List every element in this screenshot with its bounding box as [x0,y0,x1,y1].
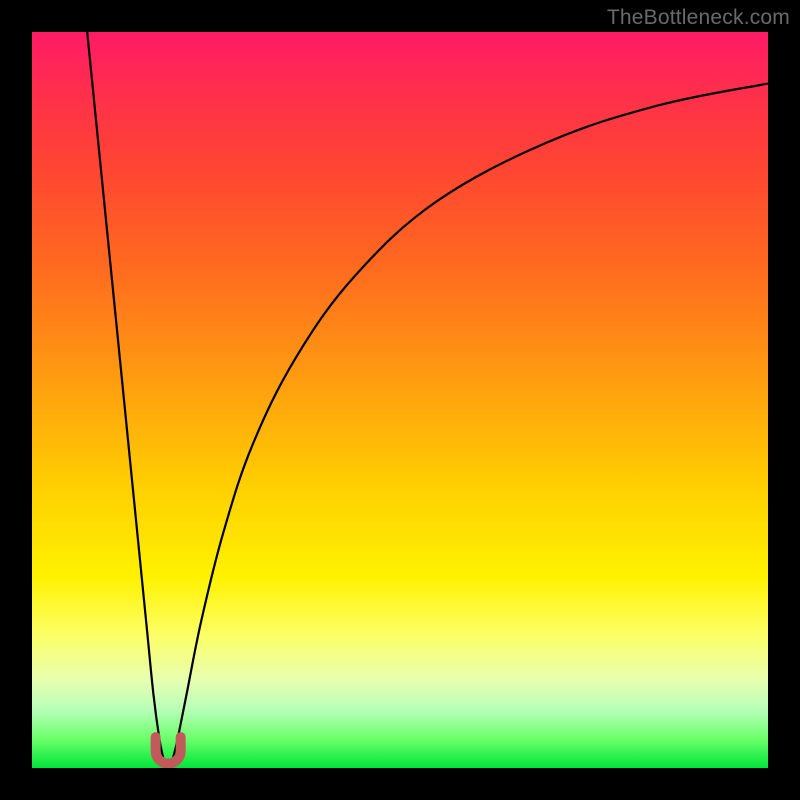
curve-left-branch [87,32,163,757]
chart-frame: TheBottleneck.com [0,0,800,800]
chart-svg [32,32,768,768]
plot-area [32,32,768,768]
curve-right-branch [173,84,768,757]
minimum-marker-icon [156,737,181,763]
watermark-text: TheBottleneck.com [607,6,790,30]
